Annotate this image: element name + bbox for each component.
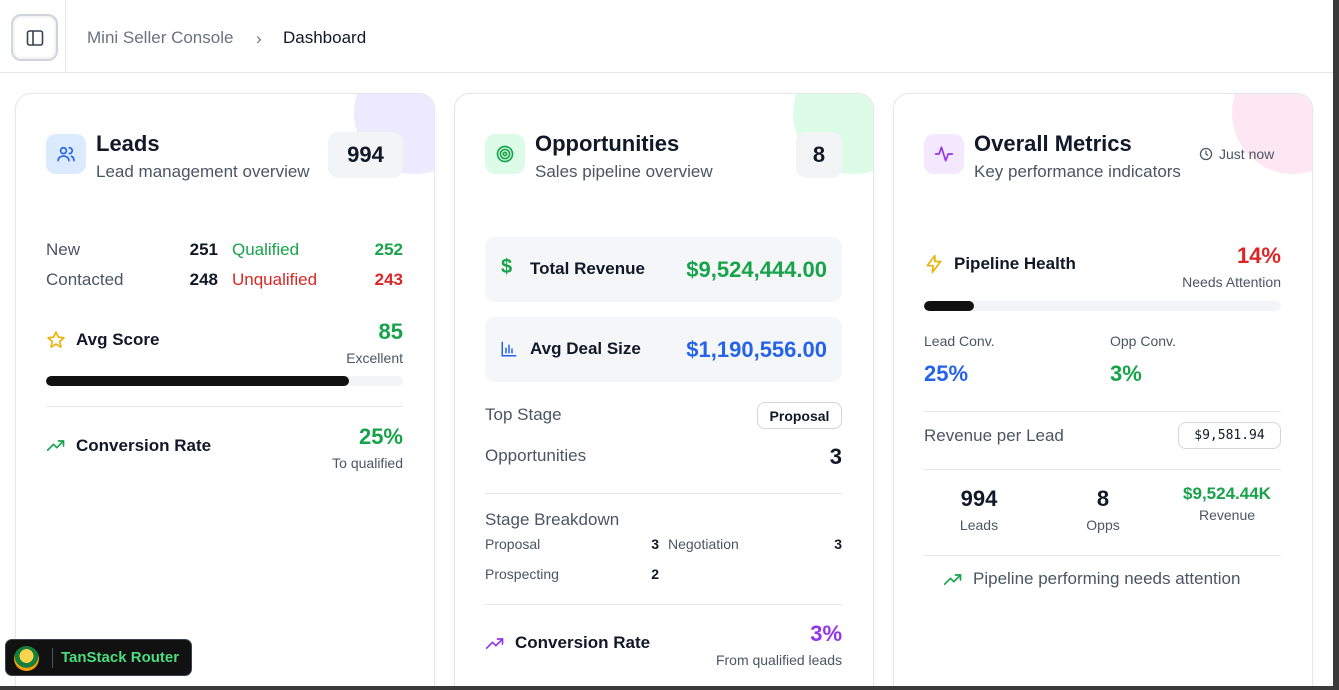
new-label: New [46,240,81,259]
sidebar-toggle-button[interactable] [11,14,58,61]
pipeline-health-label: Pipeline Health [954,254,1076,273]
star-icon [47,331,65,348]
stage-breakdown-title: Stage Breakdown [485,510,620,529]
divider [485,604,842,605]
activity-icon [924,134,964,174]
top-header: Mini Seller Console › Dashboard [0,0,1333,73]
leads-title: Leads [96,131,160,156]
opp-conversion-caption: From qualified leads [715,652,842,668]
leads-conversion-label: Conversion Rate [76,436,212,455]
stage-negotiation-count: 3 [834,536,842,552]
avg-score-progress [46,376,403,386]
avg-score-value: 85 [378,319,403,344]
stage-prospecting-count: 2 [651,566,659,582]
contacted-value: 248 [189,270,218,289]
devtools-separator [52,648,53,668]
opportunities-subtitle: Sales pipeline overview [535,162,713,181]
clock-icon [1199,147,1213,161]
tanstack-router-devtools-button[interactable]: TanStack Router [5,639,192,676]
avg-deal-value: $1,190,556.00 [686,337,827,362]
divider [924,555,1281,556]
lightning-icon [926,254,942,274]
opp-conversion-label: Conversion Rate [515,633,651,652]
leads-subtitle: Lead management overview [96,162,310,181]
chevron-right-icon: › [256,29,262,48]
avg-deal-label: Avg Deal Size [530,339,641,358]
opp-conv-label: Opp Conv. [1110,333,1176,349]
bar-chart-icon [501,341,517,357]
revenue-per-lead-value: $9,581.94 [1178,422,1281,449]
summary-leads-value: 994 [960,486,998,511]
pipeline-health-progress [924,301,1281,311]
pipeline-status-message: Pipeline performing needs attention [973,569,1241,588]
qualified-label: Qualified [232,240,300,259]
stage-proposal-label: Proposal [485,536,541,552]
leads-card: Leads Lead management overview 994 New 2… [15,93,435,686]
stage-proposal-count: 3 [651,536,659,552]
breadcrumb-app-link[interactable]: Mini Seller Console [87,28,233,48]
divider [485,493,842,494]
metrics-title: Overall Metrics [974,131,1132,156]
app-window: Mini Seller Console › Dashboard Leads Le… [0,0,1333,686]
new-value: 251 [189,240,218,259]
opportunities-row-label: Opportunities [485,446,587,465]
lead-conv-value: 25% [924,361,969,386]
opportunities-row-value: 3 [829,444,842,469]
stage-prospecting-label: Prospecting [485,566,559,582]
header-divider [65,0,66,73]
target-icon [485,134,525,174]
total-revenue-label: Total Revenue [530,259,645,278]
opp-conversion-value: 3% [810,621,842,646]
qualified-value: 252 [374,240,403,259]
leads-conversion-value: 25% [358,424,403,449]
summary-opps-value: 8 [1096,486,1110,511]
divider [46,406,403,407]
leads-conversion-caption: To qualified [332,455,403,471]
trending-up-icon [46,440,65,451]
summary-revenue-value: $9,524.44K [1183,484,1271,503]
dollar-icon: $ [501,256,513,278]
summary-leads-label: Leads [959,517,999,533]
avg-score-progress-fill [46,376,350,386]
metrics-subtitle: Key performance indicators [974,162,1181,181]
total-revenue-panel: $ Total Revenue $9,524,444.00 [485,237,842,302]
lead-conv-label: Lead Conv. [924,333,995,349]
stage-negotiation-label: Negotiation [668,536,739,552]
opportunities-card: Opportunities Sales pipeline overview 8 … [454,93,874,686]
avg-deal-panel: Avg Deal Size $1,190,556.00 [485,317,842,382]
tanstack-router-label: TanStack Router [61,649,180,666]
unqualified-label: Unqualified [232,270,318,289]
contacted-label: Contacted [46,270,124,289]
summary-opps-label: Opps [1086,517,1120,533]
users-icon [46,134,86,174]
opportunities-count-badge: 8 [796,132,842,178]
total-revenue-value: $9,524,444.00 [686,257,827,282]
opportunities-title: Opportunities [535,131,680,156]
opp-conv-value: 3% [1110,361,1142,386]
breadcrumb-current: Dashboard [283,28,367,47]
top-stage-badge: Proposal [757,402,842,429]
tanstack-logo-icon [14,646,39,671]
divider [924,411,1281,412]
unqualified-value: 243 [374,270,403,289]
avg-score-caption: Excellent [346,350,403,366]
divider [924,469,1281,470]
updated-timestamp: Just now [1219,146,1275,162]
pipeline-health-value: 14% [1236,243,1281,268]
top-stage-label: Top Stage [485,405,562,424]
window-edge [1333,0,1339,690]
pipeline-health-progress-fill [924,301,974,311]
trending-up-icon [485,638,504,649]
metrics-card: Overall Metrics Key performance indicato… [893,93,1313,686]
summary-revenue-label: Revenue [1198,507,1256,523]
revenue-per-lead-label: Revenue per Lead [924,426,1064,445]
sidebar-panel-icon [26,29,43,46]
pipeline-health-caption: Needs Attention [1182,274,1281,290]
avg-score-label: Avg Score [76,330,160,349]
trending-up-icon [943,574,962,585]
leads-count-badge: 994 [328,132,403,178]
